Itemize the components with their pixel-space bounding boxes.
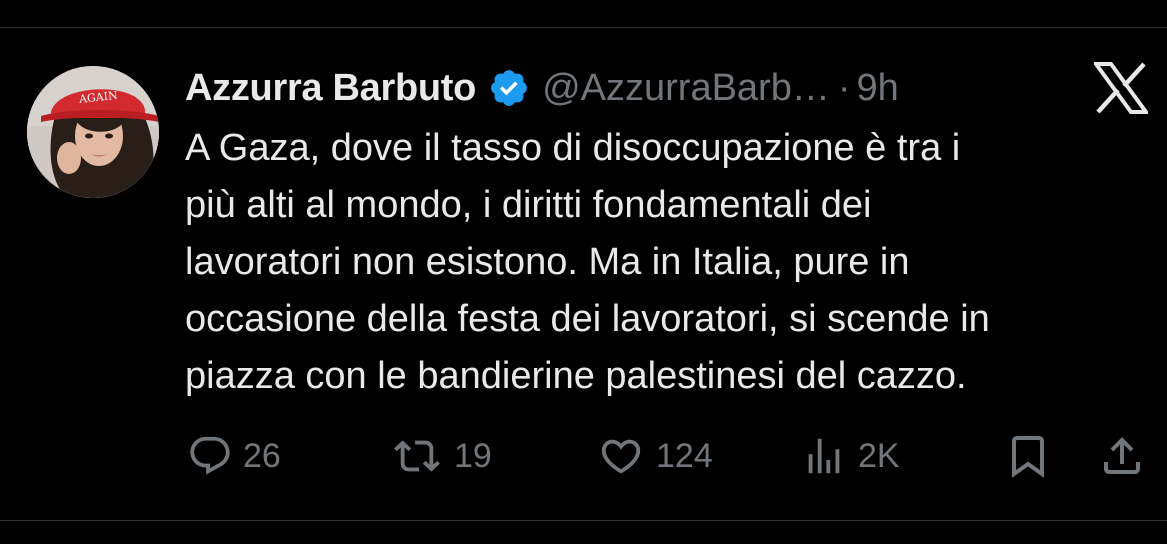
user-handle[interactable]: @AzzurraBarb… [542,67,830,110]
avatar[interactable]: AGAIN [27,66,159,198]
verified-badge-icon [488,67,530,109]
tweet-text: A Gaza, dove il tasso di disoccupazione … [185,120,1145,405]
separator-dot: · [837,66,851,109]
top-divider [0,27,1167,28]
tweet-header: Azzurra Barbuto @AzzurraBarb… · 9h [185,60,899,116]
timestamp[interactable]: 9h [857,67,899,110]
tweet-line: A Gaza, dove il tasso di disoccupazione … [185,127,961,169]
bookmark-icon [1004,432,1052,480]
views-icon [800,433,848,479]
share-icon [1098,432,1146,480]
heart-icon [596,433,646,479]
bookmark-button[interactable] [1004,426,1052,486]
share-button[interactable] [1098,426,1146,486]
repost-count: 19 [454,436,492,475]
like-button[interactable]: 124 [596,426,713,486]
views-count: 2K [858,436,900,475]
tweet-line: piazza con le bandierine palestinesi del… [185,355,967,397]
tweet-line: occasione della festa dei lavoratori, si… [185,298,990,340]
repost-button[interactable]: 19 [390,426,492,486]
reply-icon [187,433,233,479]
avatar-photo: AGAIN [27,66,159,198]
x-logo-icon [1092,62,1150,114]
display-name[interactable]: Azzurra Barbuto [185,67,476,110]
tweet-line: lavoratori non esistono. Ma in Italia, p… [185,241,910,283]
repost-icon [390,433,444,479]
views-button[interactable]: 2K [800,426,900,486]
bottom-divider [0,520,1167,521]
reply-button[interactable]: 26 [187,426,281,486]
like-count: 124 [656,436,713,475]
reply-count: 26 [243,436,281,475]
tweet-line: più alti al mondo, i diritti fondamental… [185,184,872,226]
action-bar: 26 19 124 2K [0,426,1167,486]
